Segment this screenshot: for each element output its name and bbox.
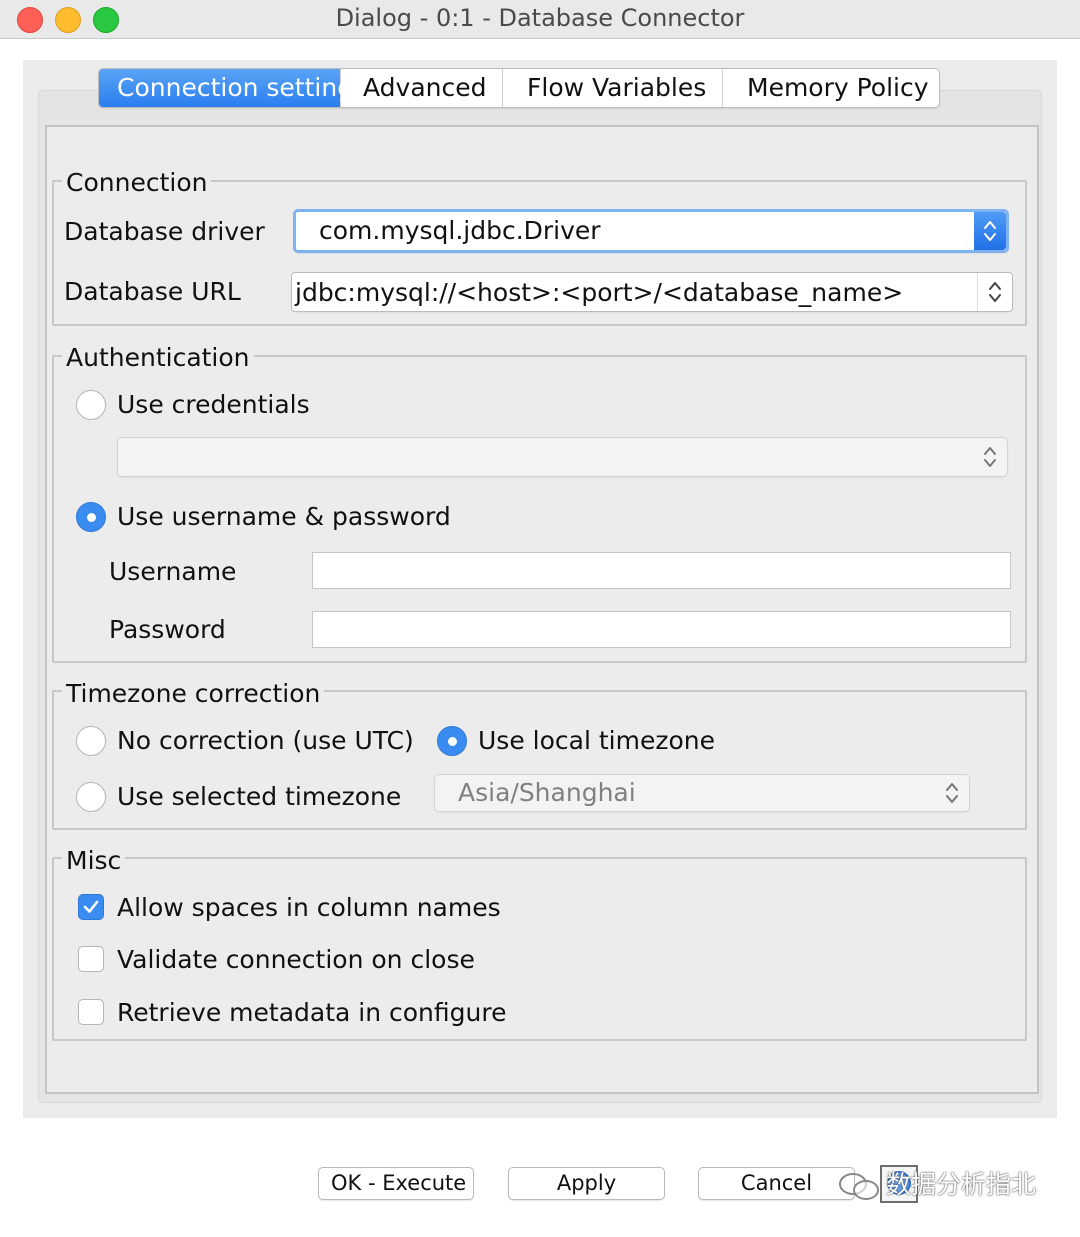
- no-correction-radio[interactable]: [76, 726, 106, 756]
- no-correction-label[interactable]: No correction (use UTC): [117, 726, 414, 756]
- chevron-updown-icon: [977, 273, 1012, 311]
- retrieve-metadata-label[interactable]: Retrieve metadata in configure: [117, 998, 506, 1028]
- allow-spaces-label[interactable]: Allow spaces in column names: [117, 893, 501, 923]
- timezone-select[interactable]: Asia/Shanghai: [434, 774, 970, 812]
- password-label: Password: [109, 615, 226, 644]
- validate-connection-label[interactable]: Validate connection on close: [117, 945, 475, 975]
- authentication-group-title: Authentication: [62, 343, 254, 373]
- password-field[interactable]: [312, 611, 1011, 648]
- database-url-combo[interactable]: jdbc:mysql://<host>:<port>/<database_nam…: [291, 272, 1013, 312]
- timezone-value: Asia/Shanghai: [458, 778, 636, 807]
- retrieve-metadata-checkbox[interactable]: [78, 999, 104, 1025]
- allow-spaces-checkbox[interactable]: [78, 894, 104, 920]
- use-local-timezone-radio[interactable]: [437, 726, 467, 756]
- chevron-updown-icon: [935, 775, 969, 811]
- use-selected-timezone-radio[interactable]: [76, 782, 106, 812]
- chevron-updown-icon: [974, 212, 1006, 250]
- title-bar: Dialog - 0:1 - Database Connector: [0, 0, 1080, 39]
- misc-group-title: Misc: [62, 846, 126, 876]
- use-username-password-radio[interactable]: [76, 502, 106, 532]
- database-url-value: jdbc:mysql://<host>:<port>/<database_nam…: [295, 278, 904, 307]
- checkmark-icon: [83, 900, 99, 913]
- use-username-password-label[interactable]: Use username & password: [117, 502, 451, 532]
- use-local-timezone-label[interactable]: Use local timezone: [478, 726, 715, 756]
- tab-advanced[interactable]: Advanced: [341, 69, 503, 107]
- database-url-label: Database URL: [64, 277, 241, 306]
- connection-group-title: Connection: [62, 168, 212, 198]
- watermark-text: 数据分析指北: [886, 1170, 1037, 1199]
- username-label: Username: [109, 557, 237, 586]
- use-credentials-radio[interactable]: [76, 390, 106, 420]
- database-driver-select[interactable]: com.mysql.jdbc.Driver: [293, 209, 1009, 253]
- wechat-icon: [839, 1173, 879, 1200]
- tab-bar: Connection settings Advanced Flow Variab…: [98, 68, 940, 108]
- database-driver-value: com.mysql.jdbc.Driver: [319, 216, 601, 245]
- chevron-updown-icon: [973, 438, 1007, 476]
- validate-connection-checkbox[interactable]: [78, 946, 104, 972]
- ok-execute-button[interactable]: OK - Execute: [318, 1167, 474, 1200]
- username-field[interactable]: [312, 552, 1011, 589]
- tab-flow-variables[interactable]: Flow Variables: [503, 69, 723, 107]
- use-credentials-label[interactable]: Use credentials: [117, 390, 310, 420]
- database-driver-label: Database driver: [64, 217, 265, 246]
- window-title: Dialog - 0:1 - Database Connector: [335, 4, 745, 32]
- use-selected-timezone-label[interactable]: Use selected timezone: [117, 782, 401, 812]
- credentials-select[interactable]: [117, 437, 1008, 477]
- tab-connection-settings[interactable]: Connection settings: [99, 69, 366, 107]
- apply-button[interactable]: Apply: [508, 1167, 665, 1200]
- tab-memory-policy[interactable]: Memory Policy: [723, 69, 939, 107]
- timezone-group-title: Timezone correction: [62, 679, 325, 709]
- cancel-button[interactable]: Cancel: [698, 1167, 855, 1200]
